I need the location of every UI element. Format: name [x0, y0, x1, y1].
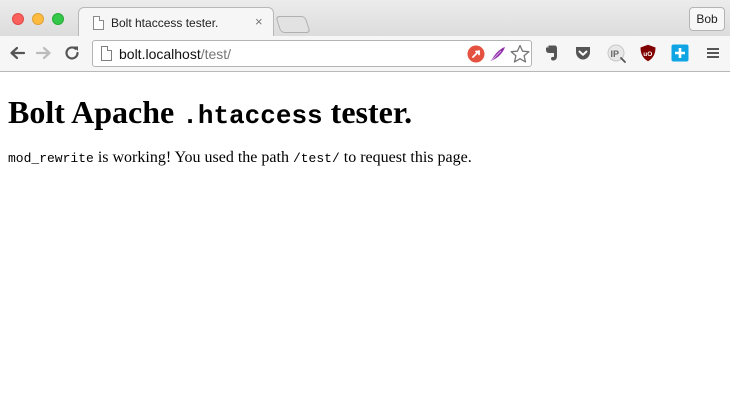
module-name: mod_rewrite: [8, 151, 94, 166]
plug-extension-icon[interactable]: [467, 45, 485, 63]
address-bar[interactable]: bolt.localhost/test/: [92, 40, 532, 67]
page-title: Bolt Apache .htaccess tester.: [8, 93, 722, 135]
message-text-2: to request this page.: [339, 149, 472, 166]
page-icon: [93, 16, 104, 30]
menu-icon[interactable]: [704, 44, 722, 62]
reload-button[interactable]: [63, 44, 81, 62]
message-text-1: is working! You used the path: [93, 149, 293, 166]
url-text: bolt.localhost/test/: [119, 46, 231, 62]
back-button[interactable]: [8, 44, 26, 62]
heading-text-start: Bolt Apache: [8, 94, 183, 130]
tab-active[interactable]: Bolt htaccess tester. ×: [78, 7, 274, 37]
ip-icon[interactable]: IP: [607, 44, 626, 63]
new-tab-button[interactable]: [275, 16, 311, 33]
profile-button[interactable]: Bob: [689, 7, 725, 31]
heading-text-end: tester.: [322, 94, 413, 130]
forward-arrow-icon: [35, 46, 51, 60]
plus-icon[interactable]: [671, 44, 689, 62]
tab-strip: Bolt htaccess tester. × Bob: [0, 0, 730, 37]
evernote-icon[interactable]: [542, 44, 560, 62]
svg-text:uO: uO: [643, 51, 652, 58]
pocket-icon[interactable]: [574, 44, 592, 62]
tab-title: Bolt htaccess tester.: [111, 16, 219, 30]
status-message: mod_rewrite is working! You used the pat…: [8, 148, 722, 169]
bookmark-star-icon[interactable]: [510, 44, 530, 63]
maximize-window-button[interactable]: [52, 13, 64, 25]
request-path: /test/: [292, 151, 340, 166]
svg-text:IP: IP: [611, 49, 620, 59]
forward-button[interactable]: [35, 44, 53, 62]
page-icon: [101, 46, 112, 61]
reload-icon: [65, 46, 79, 60]
tab-close-icon[interactable]: ×: [255, 14, 263, 30]
heading-code: .htaccess: [182, 101, 323, 131]
minimize-window-button[interactable]: [32, 13, 44, 25]
page-content: Bolt Apache .htaccess tester. mod_rewrit…: [8, 72, 722, 169]
url-path: /test/: [200, 46, 232, 62]
close-window-button[interactable]: [12, 13, 24, 25]
back-arrow-icon: [10, 46, 26, 60]
url-host: bolt.localhost: [119, 46, 201, 62]
ublock-icon[interactable]: uO: [639, 44, 657, 62]
feather-extension-icon[interactable]: [489, 45, 507, 63]
